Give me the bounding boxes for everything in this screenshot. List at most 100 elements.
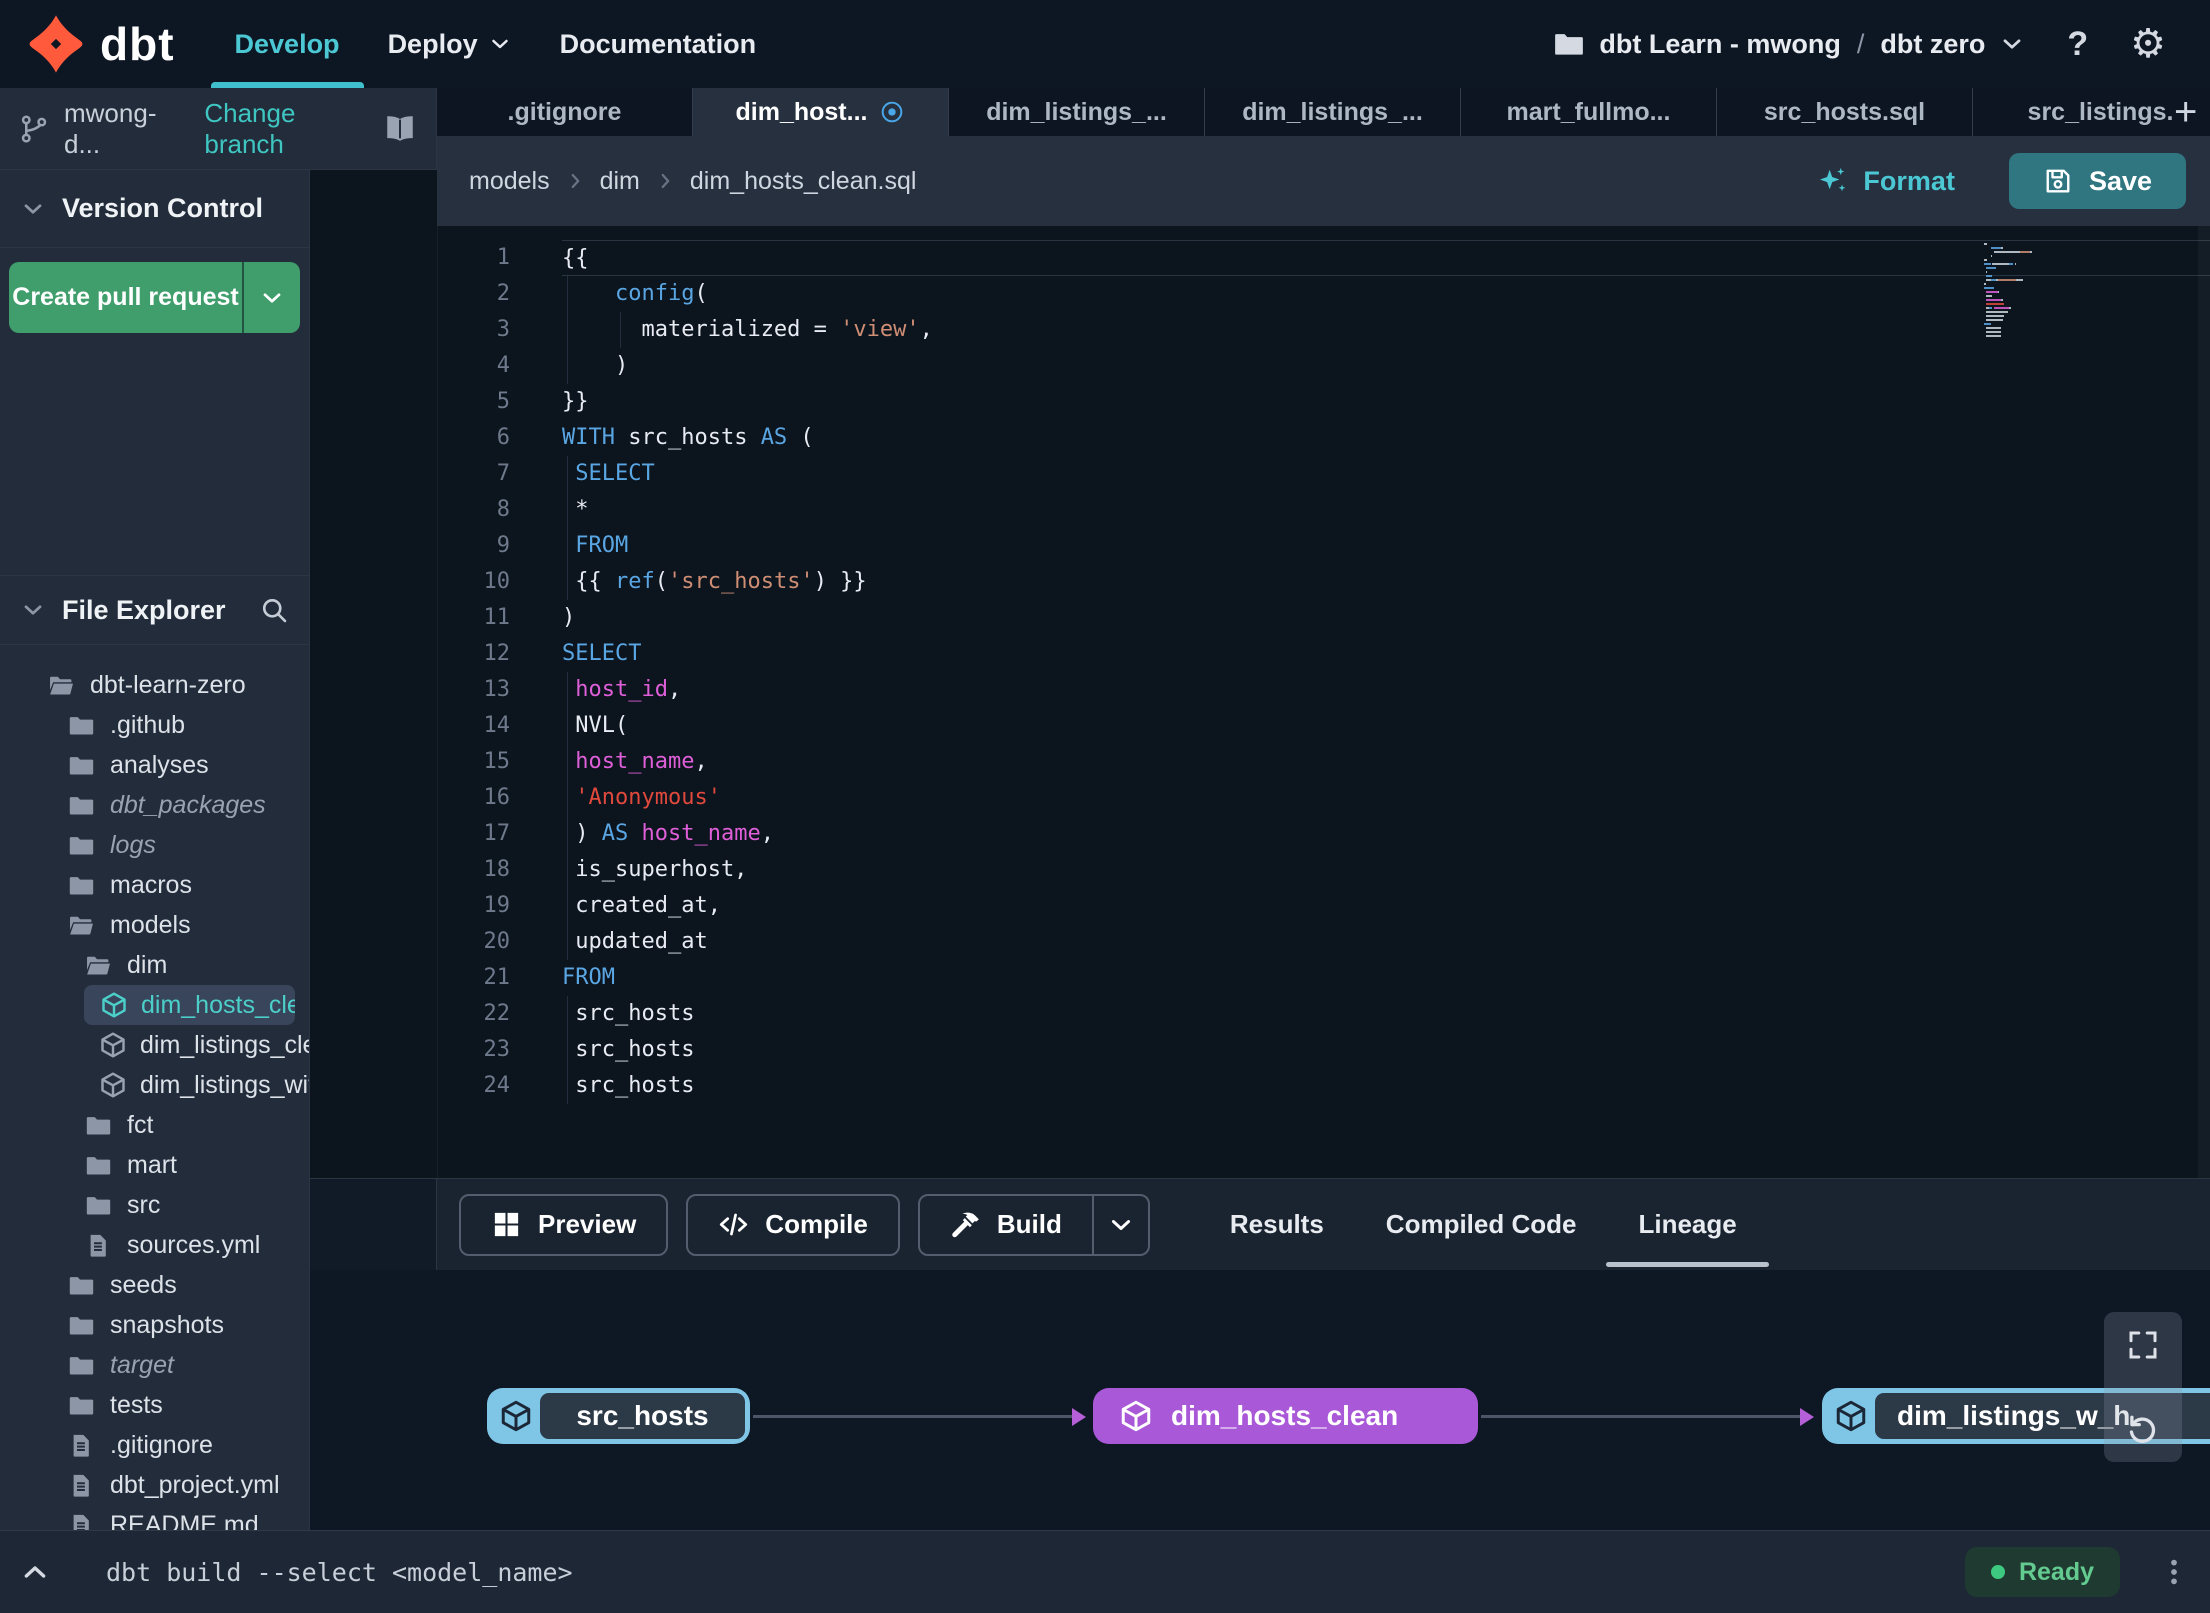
settings-gear-icon[interactable]: ⚙ — [2130, 24, 2166, 64]
change-branch-link[interactable]: Change branch — [204, 98, 368, 160]
button-content: Compile — [688, 1196, 898, 1254]
file-tree-item[interactable]: snapshots — [0, 1305, 309, 1345]
file-tree-item[interactable]: dbt_packages — [0, 785, 309, 825]
create-pull-request-button[interactable]: Create pull request — [9, 262, 300, 333]
refresh-icon[interactable] — [2125, 1411, 2161, 1447]
overflow-menu-button[interactable] — [2154, 1548, 2194, 1596]
code-line[interactable]: 21 FROM — [310, 960, 2210, 996]
lineage-node[interactable]: src_hosts — [487, 1388, 750, 1444]
file-tree-item[interactable]: logs — [0, 825, 309, 865]
code-line[interactable]: 10 {{ ref('src_hosts') }} — [310, 564, 2210, 600]
file-tree-item[interactable]: sources.yml — [0, 1225, 309, 1265]
code-text: host_name, — [562, 744, 2210, 780]
file-tree-item[interactable]: .gitignore — [0, 1425, 309, 1465]
file-tree-item[interactable]: dim — [0, 945, 309, 985]
code-line[interactable]: 19 created_at, — [310, 888, 2210, 924]
editor-tab[interactable]: mart_fullmo... — [1461, 88, 1717, 136]
code-line[interactable]: 3 materialized = 'view', — [310, 312, 2210, 348]
editor-minimap[interactable] — [1984, 242, 2042, 338]
code-line[interactable]: 17 ) AS host_name, — [310, 816, 2210, 852]
nav-documentation[interactable]: Documentation — [536, 0, 781, 88]
file-tree-item[interactable]: fct — [0, 1105, 309, 1145]
expand-command-bar-button[interactable] — [0, 1556, 70, 1588]
code-line[interactable]: 18 is_superhost, — [310, 852, 2210, 888]
file-tree-item[interactable]: .github — [0, 705, 309, 745]
compile-button[interactable]: Compile — [686, 1193, 900, 1256]
file-tree-item[interactable]: seeds — [0, 1265, 309, 1305]
editor-tab[interactable]: .gitignore — [437, 88, 693, 136]
file-tree-item[interactable]: dbt_project.yml — [0, 1465, 309, 1505]
file-tree-item[interactable]: dim_listings_clean.sql — [0, 1025, 309, 1065]
build-button[interactable]: Build — [917, 1193, 1150, 1256]
code-line[interactable]: 16 'Anonymous' — [310, 780, 2210, 816]
code-editor[interactable]: 1{{2 config(3 materialized = 'view', 4 ) 5… — [310, 226, 2210, 1178]
code-line[interactable]: 23 src_hosts — [310, 1032, 2210, 1068]
editor-tab[interactable]: dim_listings_... — [949, 88, 1205, 136]
docs-book-icon[interactable] — [382, 112, 418, 146]
preview-button[interactable]: Preview — [459, 1193, 669, 1256]
breadcrumb-item[interactable]: dim_hosts_clean.sql — [690, 167, 917, 196]
line-number: 15 — [483, 749, 511, 774]
version-control-header[interactable]: Version Control — [0, 170, 309, 248]
build-dropdown-button[interactable] — [1091, 1195, 1148, 1254]
panel-tab-results[interactable]: Results — [1230, 1179, 1324, 1270]
code-line[interactable]: 22 src_hosts — [310, 996, 2210, 1032]
fullscreen-icon[interactable] — [2125, 1327, 2161, 1363]
code-line[interactable]: 20 updated_at — [310, 924, 2210, 960]
breadcrumb-item[interactable]: dim — [600, 167, 640, 196]
nav-develop[interactable]: Develop — [210, 0, 364, 88]
editor-tab[interactable]: dim_host... — [693, 88, 949, 136]
code-line[interactable]: 24 src_hosts — [310, 1068, 2210, 1104]
file-tree-item[interactable]: models — [0, 905, 309, 945]
button-label: Build — [996, 1209, 1062, 1239]
search-icon[interactable] — [259, 595, 289, 625]
indent-guide — [567, 708, 568, 744]
breadcrumb-item[interactable]: models — [469, 167, 550, 196]
line-number: 19 — [483, 893, 511, 918]
code-line[interactable]: 6 WITH src_hosts AS ( — [310, 420, 2210, 456]
save-button[interactable]: Save — [2008, 153, 2186, 209]
code-line[interactable]: 8 * — [310, 492, 2210, 528]
file-tree-item[interactable]: mart — [0, 1145, 309, 1185]
panel-tab-lineage[interactable]: Lineage — [1606, 1179, 1770, 1270]
nav-deploy[interactable]: Deploy — [364, 0, 536, 88]
file-tree-item[interactable]: analyses — [0, 745, 309, 785]
code-line[interactable]: 1 {{ — [310, 240, 2210, 276]
panel-tab-compiled-code[interactable]: Compiled Code — [1386, 1179, 1577, 1270]
code-line[interactable]: 13 host_id, — [310, 672, 2210, 708]
file-tree-item[interactable]: dim_hosts_clean.sql• — [84, 985, 295, 1025]
code-line[interactable]: 14 NVL( — [310, 708, 2210, 744]
format-button[interactable]: Format — [1817, 165, 1955, 197]
help-icon[interactable]: ? — [2067, 25, 2088, 64]
file-tree-item[interactable]: tests — [0, 1385, 309, 1425]
file-tree-item[interactable]: src — [0, 1185, 309, 1225]
editor-tab[interactable]: src_hosts.sql — [1717, 88, 1973, 136]
command-input[interactable]: dbt build --select <model_name> — [106, 1558, 573, 1587]
folder-icon — [83, 1192, 114, 1219]
code-line[interactable]: 15 host_name, — [310, 744, 2210, 780]
file-tree-item[interactable]: target — [0, 1345, 309, 1385]
project-selector[interactable]: dbt Learn - mwong / dbt zero — [1553, 28, 2025, 60]
code-line[interactable]: 5}} — [310, 384, 2210, 420]
editor-tab[interactable]: dim_listings_... — [1205, 88, 1461, 136]
new-tab-button[interactable]: + — [2174, 88, 2200, 136]
pr-dropdown-button[interactable] — [242, 262, 300, 333]
lineage-node[interactable]: dim_hosts_clean — [1093, 1388, 1478, 1444]
minimap-bar — [1985, 270, 1988, 274]
tab-label: .gitignore — [507, 97, 622, 126]
code-line[interactable]: 2 config( — [310, 276, 2210, 312]
indent-guide — [567, 492, 568, 528]
indent-guide — [567, 672, 568, 708]
file-explorer-header[interactable]: File Explorer — [0, 575, 309, 645]
file-tree-item[interactable]: README.md — [0, 1505, 309, 1530]
file-tree-item[interactable]: macros — [0, 865, 309, 905]
file-tree-item[interactable]: dbt-learn-zero — [0, 665, 309, 705]
code-line[interactable]: 9 FROM — [310, 528, 2210, 564]
code-line[interactable]: 7 SELECT — [310, 456, 2210, 492]
code-line[interactable]: 11) — [310, 600, 2210, 636]
file-tree-item[interactable]: dim_listings_with_hosts... — [0, 1065, 309, 1105]
dbt-home-link[interactable]: dbt — [26, 14, 175, 74]
code-line[interactable]: 12 SELECT — [310, 636, 2210, 672]
indent-guide — [567, 348, 568, 384]
code-line[interactable]: 4 ) — [310, 348, 2210, 384]
